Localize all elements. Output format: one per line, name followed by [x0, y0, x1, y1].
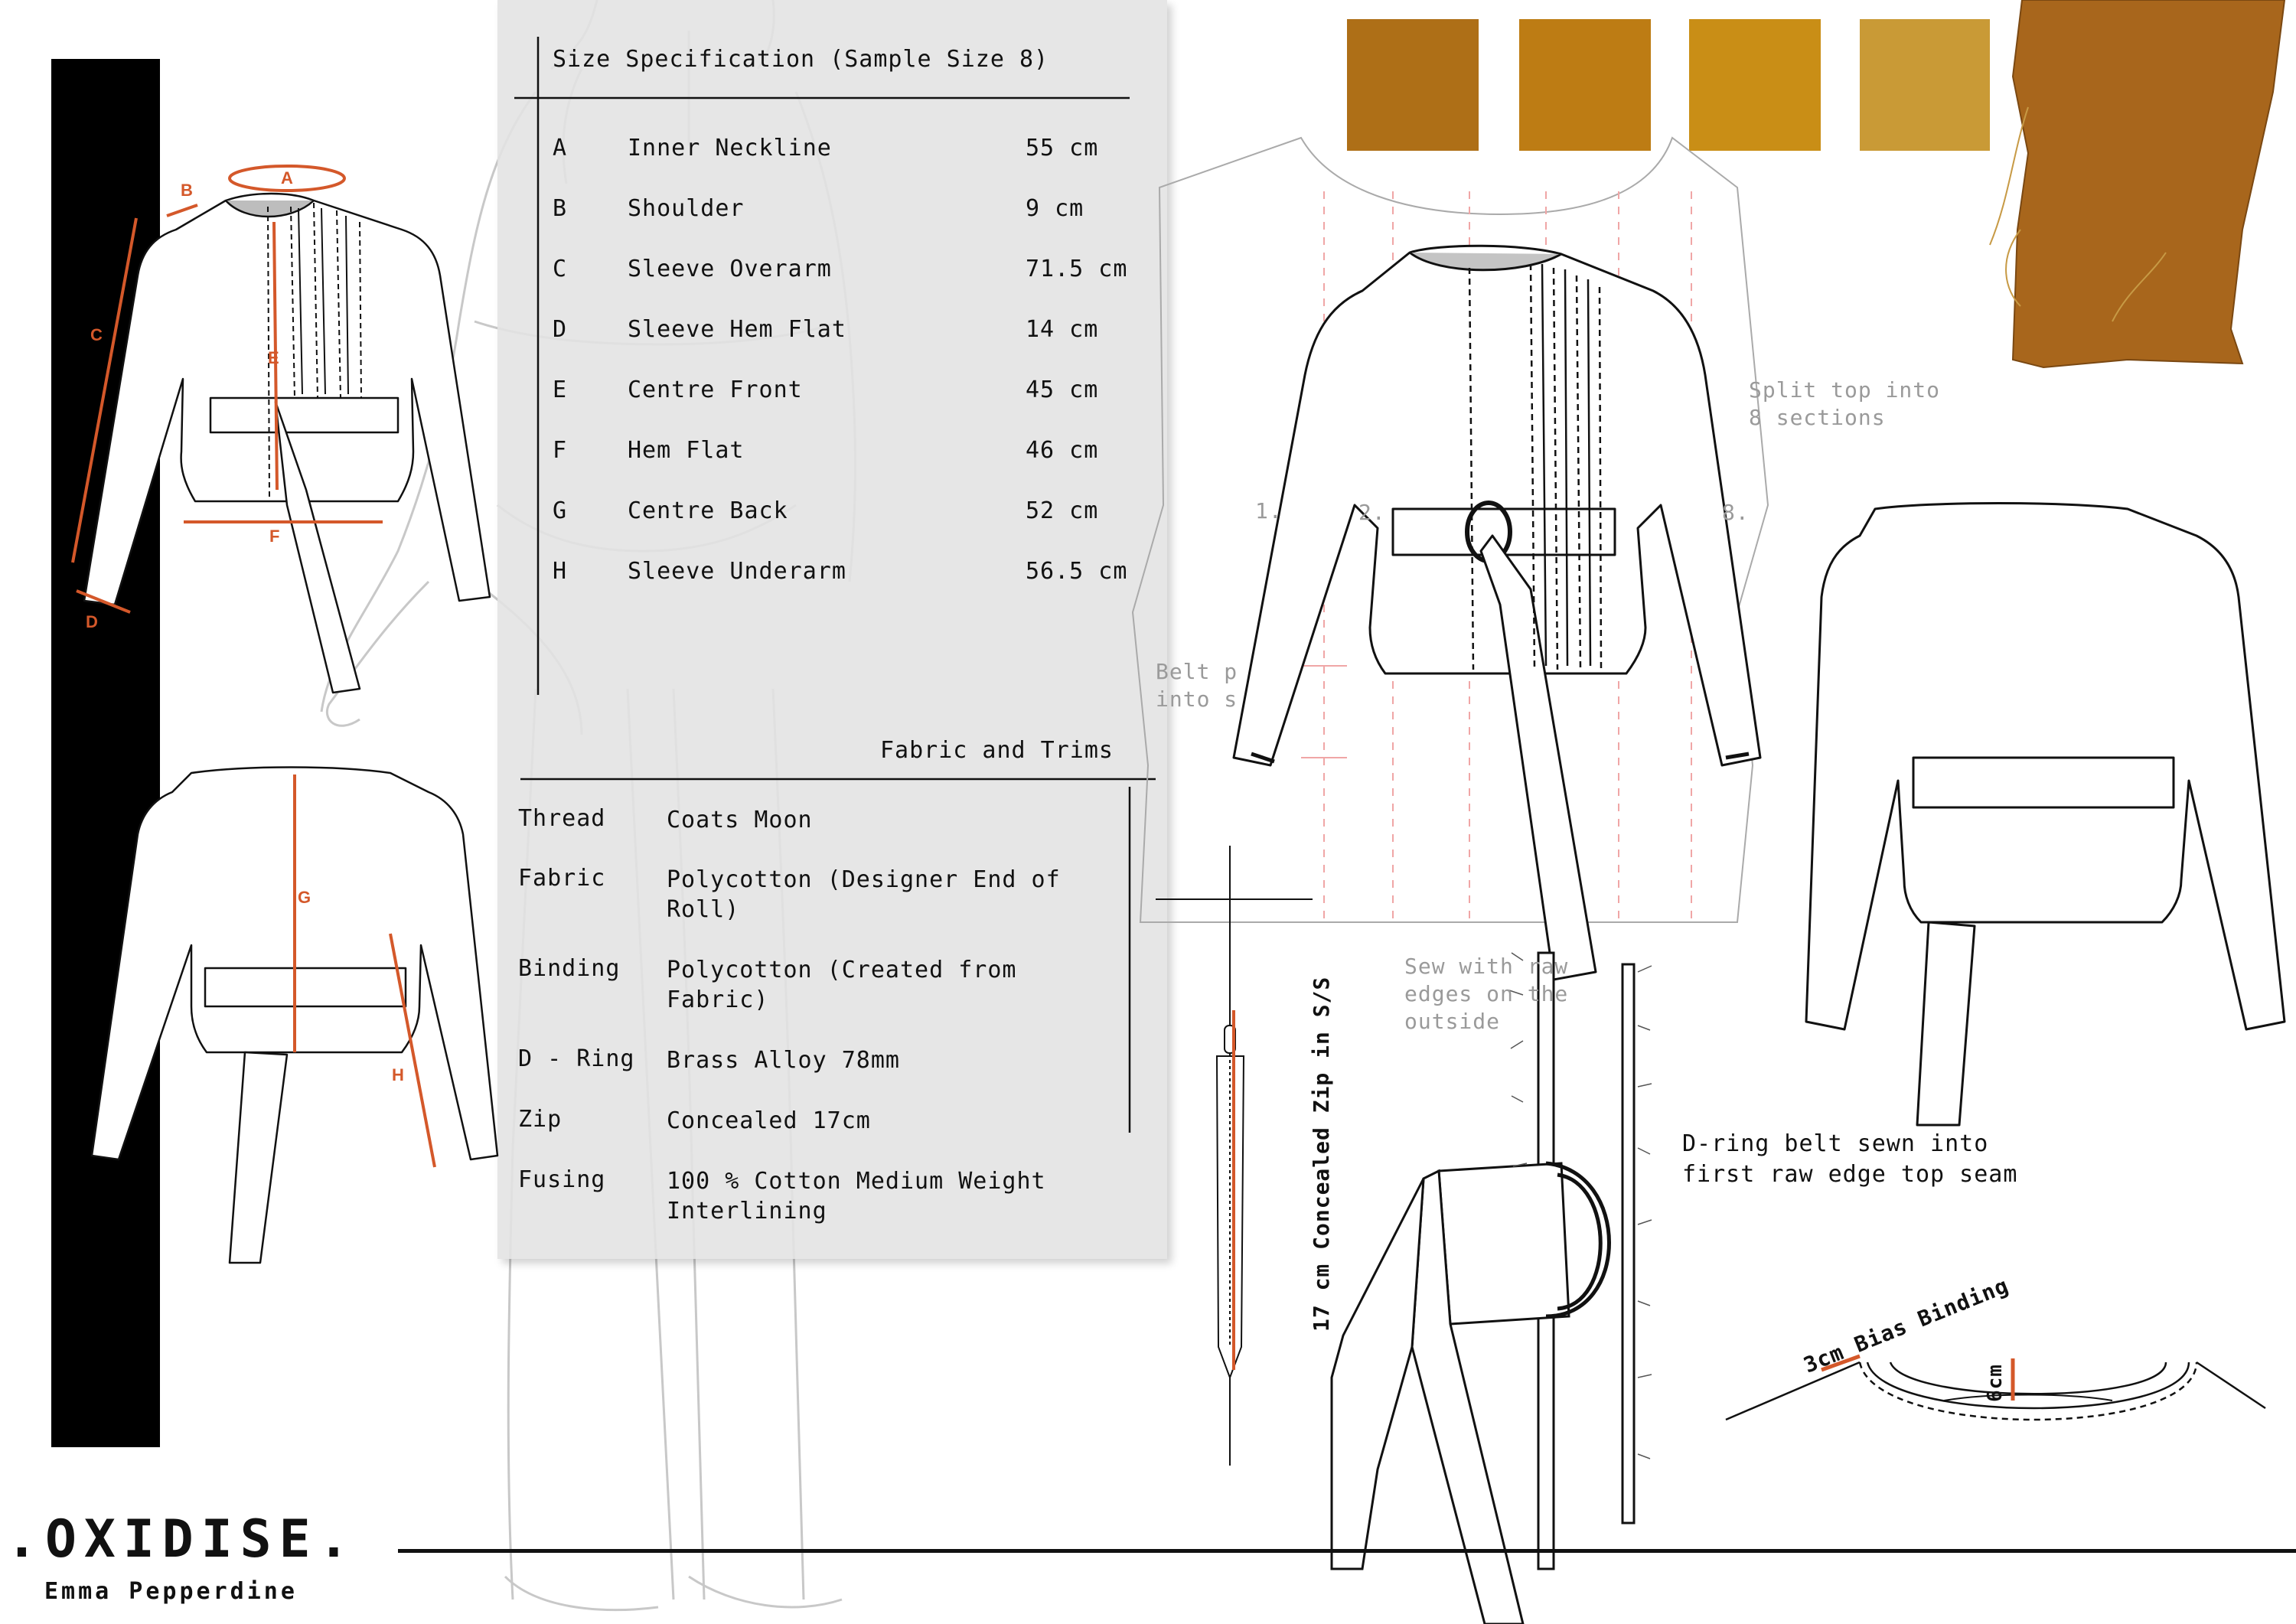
zip-label: 17 cm Concealed Zip in S/S [1309, 976, 1334, 1332]
note-split-top: Split top into 8 sections [1749, 377, 1941, 430]
note-belt-partial: Belt p into s [1156, 659, 1238, 712]
footer-rule [398, 1549, 2296, 1553]
section-number-1: 1. [1255, 498, 1283, 523]
concealed-zip-drawing [1215, 1025, 1245, 1380]
section-number-2: 2. [1358, 500, 1386, 525]
bias-depth-label: 6cm [1984, 1364, 2007, 1402]
section-number-8: 8. [1722, 500, 1750, 525]
dring-closeup-drawing [1330, 951, 1636, 1624]
main-front-drawing [1131, 136, 2286, 1624]
designer-name: Emma Pepperdine [44, 1578, 298, 1605]
brand-name: .OXIDISE. [6, 1509, 357, 1570]
note-dring-belt: D-ring belt sewn into first raw edge top… [1682, 1130, 2018, 1188]
note-sew-raw-edges: Sew with raw edges on the outside [1404, 954, 1569, 1034]
